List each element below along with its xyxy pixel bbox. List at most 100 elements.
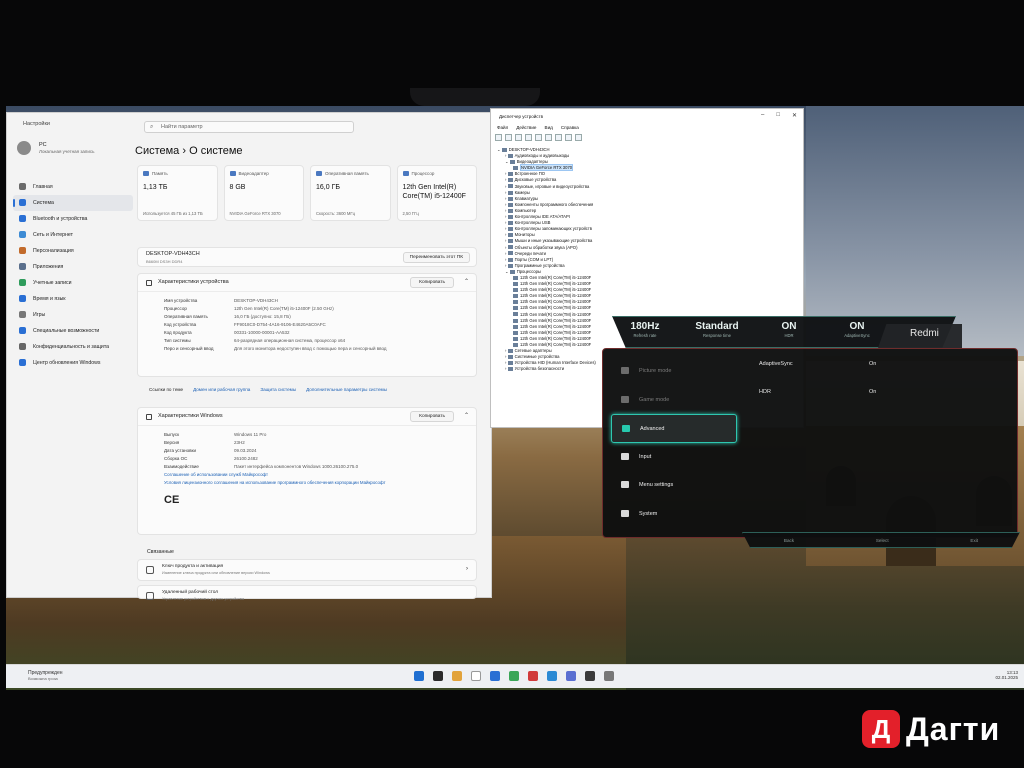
sidebar-item[interactable]: Игры [13, 307, 133, 323]
tree-node-label: 12th Gen Intel(R) Core(TM) i5-12400F [520, 323, 592, 329]
sidebar-item-icon [19, 343, 26, 350]
device-name-bar: DESKTOP-VDH43CH B660M DS3H DDR4 Переимен… [137, 247, 477, 267]
spec-value: Windows 11 Pro [234, 432, 267, 437]
back-icon[interactable] [495, 134, 502, 141]
sidebar-item[interactable]: Учетные записи [13, 275, 133, 291]
copy-device-specs-button[interactable]: Копировать [410, 277, 454, 288]
sidebar-item[interactable]: Сеть и Интернет [13, 227, 133, 243]
osd-menu-item[interactable]: Game mode [611, 386, 737, 415]
properties-icon[interactable] [515, 134, 522, 141]
sidebar-item-icon [19, 247, 26, 254]
osd-menu-item[interactable]: System [611, 500, 737, 529]
forward-icon[interactable] [505, 134, 512, 141]
search-input[interactable]: ⌕ Найти параметр [144, 121, 354, 133]
sidebar-item[interactable]: Bluetooth и устройства [13, 211, 133, 227]
taskbar-app-icon[interactable] [452, 671, 462, 681]
summary-card[interactable]: Процессор 12th Gen Intel(R) Core(TM) i5-1… [396, 165, 477, 221]
taskbar-app-icon[interactable] [509, 671, 519, 681]
tree-node-label: Контроллеры IDE ATA/ATAPI [514, 214, 570, 220]
refresh-icon[interactable] [525, 134, 532, 141]
link-system-protection[interactable]: Защита системы [260, 387, 296, 392]
taskbar-app-icon[interactable] [471, 671, 481, 681]
summary-card[interactable]: Память 1,13 ТБ Используется 45 ГБ из 1,13 … [137, 165, 218, 221]
key-icon [146, 566, 154, 574]
osd-option-row[interactable]: AdaptiveSync On [759, 361, 999, 389]
minimize-icon[interactable]: – [761, 112, 764, 119]
sidebar-item[interactable]: Персонализация [13, 243, 133, 259]
rename-pc-button[interactable]: Переименовать этот ПК [402, 252, 470, 263]
osd-stat-value: ON [849, 321, 865, 332]
device-category-icon [513, 318, 518, 323]
copy-windows-specs-button[interactable]: Копировать [410, 411, 454, 422]
scan-hardware-icon[interactable] [545, 134, 552, 141]
uninstall-device-icon[interactable] [575, 134, 582, 141]
sidebar-item[interactable]: Специальные возможности [13, 323, 133, 339]
taskbar-app-icon[interactable] [490, 671, 500, 681]
related-remote-desktop[interactable]: Удаленный рабочий стол Управление устрой… [137, 585, 477, 601]
device-category-icon [507, 196, 513, 201]
taskbar-app-icon[interactable] [566, 671, 576, 681]
search-icon: ⌕ [150, 124, 154, 130]
link-microsoft-license-terms[interactable]: Условия лицензионного соглашения на испо… [164, 480, 476, 488]
link-microsoft-services-agreement[interactable]: Соглашение об использовании служб Майкро… [164, 472, 476, 480]
menu-item[interactable]: Вид [545, 125, 553, 130]
sidebar-item-icon [19, 231, 26, 238]
menu-item[interactable]: Справка [561, 125, 579, 130]
spec-row: Версия 23H2 [164, 440, 476, 448]
summary-card[interactable]: Оперативная память 16,0 ГБ Скорость: 3600 … [310, 165, 391, 221]
link-advanced-system-settings[interactable]: Дополнительные параметры системы [306, 387, 387, 392]
sidebar-item[interactable]: Конфиденциальность и защита [13, 339, 133, 355]
taskbar-app-icon[interactable] [433, 671, 443, 681]
system-tray-clock[interactable]: 13:13 02.01.2025 [995, 670, 1018, 680]
related-title: Связанные [147, 549, 174, 555]
sidebar-item[interactable]: Приложения [13, 259, 133, 275]
link-domain-workgroup[interactable]: Домен или рабочая группа [193, 387, 250, 392]
spec-row: Оперативная память 16,0 ГБ (доступно: 15,… [164, 314, 476, 322]
osd-option-row[interactable]: HDR On [759, 389, 999, 417]
sidebar-item[interactable]: Время и язык [13, 291, 133, 307]
related-item-title: Удаленный рабочий стол [162, 590, 219, 595]
close-icon[interactable]: ✕ [792, 112, 797, 119]
menu-item[interactable]: Действие [516, 125, 536, 130]
osd-menu-item[interactable]: Picture mode [611, 357, 737, 386]
osd-response-time: Standard Response time [687, 321, 747, 338]
sidebar-item[interactable]: Система [13, 195, 133, 211]
osd-options-list: AdaptiveSync On HDR On [759, 361, 999, 417]
menu-item[interactable]: Файл [497, 125, 508, 130]
tree-node-label: Контроллеры USB [514, 220, 551, 226]
device-specs-header[interactable]: Характеристики устройства Копировать ⌃ [138, 274, 476, 292]
device-category-icon [507, 367, 513, 372]
taskbar-app-icon[interactable] [528, 671, 538, 681]
taskbar-app-icon[interactable] [414, 671, 424, 681]
sidebar-item-label: Сеть и Интернет [33, 232, 73, 238]
sidebar-item[interactable]: Главная [13, 179, 133, 195]
device-category-icon [507, 227, 513, 232]
clock-date: 02.01.2025 [995, 675, 1018, 680]
help-icon[interactable] [535, 134, 542, 141]
tree-node-label: Системные устройства [514, 354, 560, 360]
disable-device-icon[interactable] [565, 134, 572, 141]
maximize-icon[interactable]: □ [776, 112, 780, 119]
taskbar-app-icon[interactable] [604, 671, 614, 681]
osd-refresh-rate: 180Hz Refresh rate [615, 321, 675, 338]
taskbar-app-icon[interactable] [547, 671, 557, 681]
taskbar-app-icon[interactable] [585, 671, 595, 681]
spec-row: Взаимодействие Пакет интерфейса компонент… [164, 464, 476, 472]
weather-widget[interactable]: Предупрежден Возможна гроза [28, 670, 62, 681]
chevron-up-icon[interactable]: ⌃ [464, 412, 469, 419]
related-product-key[interactable]: Ключ продукта и активация Изменение ключ… [137, 559, 477, 581]
osd-menu-item[interactable]: Advanced [611, 414, 737, 443]
osd-menu-item[interactable]: Menu settings [611, 471, 737, 500]
osd-menu-list: Picture mode Game mode Advanced Input Menu s… [611, 357, 737, 528]
device-category-icon [513, 300, 518, 305]
windows-specs-header[interactable]: Характеристики Windows Копировать ⌃ [138, 408, 476, 426]
osd-menu-item[interactable]: Input [611, 443, 737, 472]
update-driver-icon[interactable] [555, 134, 562, 141]
sidebar-item[interactable]: Центр обновления Windows [13, 355, 133, 371]
spec-value: Для этого монитора недоступен ввод с пом… [234, 346, 387, 351]
summary-card[interactable]: Видеоадаптер 8 GB NVIDIA GeForce RTX 3070 [223, 165, 304, 221]
tree-node-label: DESKTOP-VDH43CH [508, 147, 550, 152]
tree-node-label: Процессоры [516, 268, 541, 274]
device-category-icon [513, 275, 518, 280]
chevron-up-icon[interactable]: ⌃ [464, 278, 469, 285]
